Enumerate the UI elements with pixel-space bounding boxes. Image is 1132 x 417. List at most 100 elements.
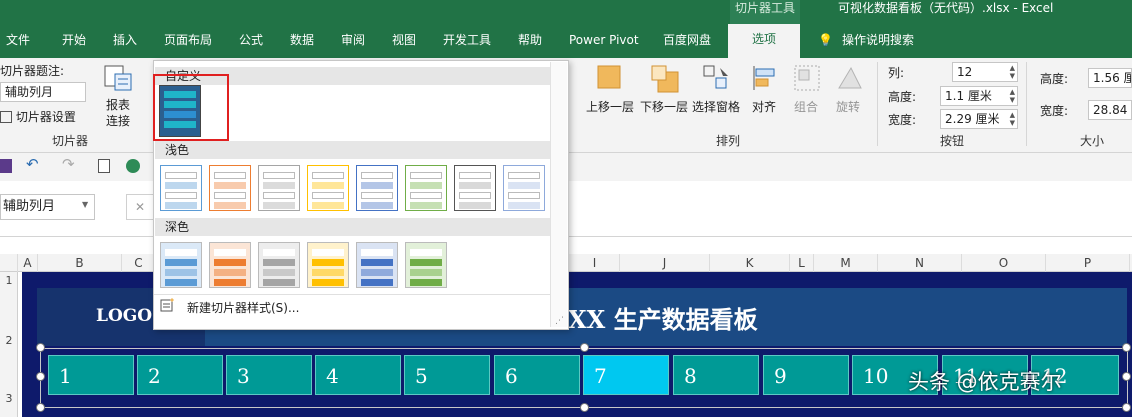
resize-handle[interactable] <box>1122 403 1131 412</box>
new-slicer-style-button[interactable]: 新建切片器样式(S)... <box>187 299 299 316</box>
tab-view[interactable]: 视图 <box>392 30 416 50</box>
save-icon[interactable] <box>0 159 12 173</box>
columns-input[interactable]: 12 ▲ ▼ <box>952 62 1018 82</box>
light-style-1[interactable] <box>160 165 202 211</box>
column-header[interactable]: N <box>878 254 962 272</box>
tab-baidu-netdisk[interactable]: 百度网盘 <box>663 30 711 50</box>
row-header[interactable]: 2 <box>0 334 18 347</box>
light-style-6[interactable] <box>405 165 447 211</box>
undo-icon[interactable]: ↶ <box>26 155 39 173</box>
row-header[interactable]: 1 <box>0 274 18 287</box>
slicer-item-5[interactable]: 5 <box>404 355 490 395</box>
light-style-4[interactable] <box>307 165 349 211</box>
dark-style-1[interactable] <box>160 242 202 288</box>
spin-down-icon[interactable]: ▼ <box>1010 96 1015 104</box>
resize-handle[interactable] <box>1122 343 1131 352</box>
light-style-2[interactable] <box>209 165 251 211</box>
group-button[interactable]: 组合 <box>790 62 826 122</box>
resize-handle[interactable] <box>36 372 45 381</box>
light-style-3[interactable] <box>258 165 300 211</box>
resize-handle[interactable] <box>36 403 45 412</box>
send-backward-button[interactable]: 下移一层 <box>640 62 692 122</box>
tell-me-search[interactable]: 操作说明搜索 <box>842 30 914 50</box>
slicer-item-2[interactable]: 2 <box>137 355 223 395</box>
tab-insert[interactable]: 插入 <box>113 30 137 50</box>
light-style-5[interactable] <box>356 165 398 211</box>
tab-developer[interactable]: 开发工具 <box>443 30 491 50</box>
rotate-label: 旋转 <box>836 100 861 114</box>
select-all-corner[interactable] <box>0 254 18 272</box>
group-icon <box>794 65 820 91</box>
size-height-input[interactable]: 1.56 厘 <box>1088 68 1132 88</box>
settings-icon <box>0 111 12 123</box>
tab-page-layout[interactable]: 页面布局 <box>164 30 212 50</box>
group-label: 组合 <box>794 100 819 114</box>
dark-style-3[interactable] <box>258 242 300 288</box>
row-header[interactable]: 3 <box>0 392 18 405</box>
name-box[interactable]: 辅助列月 <box>0 194 95 220</box>
tab-options[interactable]: 选项 <box>728 24 800 58</box>
resize-grip-icon[interactable]: ⋰ <box>555 316 564 326</box>
column-header[interactable]: M <box>814 254 878 272</box>
custom-qat-icon[interactable] <box>126 159 140 173</box>
caption-input[interactable]: 辅助列月 <box>0 82 86 102</box>
tab-formulas[interactable]: 公式 <box>239 30 263 50</box>
column-header[interactable]: A <box>18 254 38 272</box>
dark-style-4[interactable] <box>307 242 349 288</box>
report-connection-button[interactable]: 报表 连接 <box>100 62 136 128</box>
spin-up-icon[interactable]: ▲ <box>1010 111 1015 119</box>
column-header[interactable]: J <box>620 254 710 272</box>
button-width-value: 2.29 厘米 <box>945 112 1000 126</box>
bring-forward-button[interactable]: 上移一层 <box>586 62 638 122</box>
slicer-settings-button[interactable]: 切片器设置 <box>0 108 76 125</box>
light-style-7[interactable] <box>454 165 496 211</box>
button-width-input[interactable]: 2.29 厘米 ▲ ▼ <box>940 109 1018 129</box>
gallery-scrollbar[interactable] <box>550 62 567 327</box>
tab-file[interactable]: 文件 <box>6 30 30 50</box>
dark-style-6[interactable] <box>405 242 447 288</box>
column-header[interactable]: O <box>962 254 1046 272</box>
selection-pane-button[interactable]: 选择窗格 <box>692 62 744 122</box>
tab-review[interactable]: 审阅 <box>341 30 365 50</box>
slicer-item-8[interactable]: 8 <box>673 355 759 395</box>
window-title: 可视化数据看板（无代码）.xlsx - Excel <box>838 1 1054 15</box>
button-height-input[interactable]: 1.1 厘米 ▲ ▼ <box>940 86 1018 106</box>
column-header[interactable]: I <box>570 254 620 272</box>
print-preview-icon[interactable] <box>98 159 110 173</box>
resize-handle[interactable] <box>1122 372 1131 381</box>
dashboard-title: XX 生产数据看板 <box>568 305 758 334</box>
column-header[interactable]: L <box>790 254 814 272</box>
column-header[interactable]: K <box>710 254 790 272</box>
dark-style-2[interactable] <box>209 242 251 288</box>
resize-handle[interactable] <box>580 343 589 352</box>
spin-down-icon[interactable]: ▼ <box>1010 72 1015 80</box>
report-connection-icon <box>104 65 132 91</box>
resize-handle[interactable] <box>580 403 589 412</box>
spin-up-icon[interactable]: ▲ <box>1010 88 1015 96</box>
column-header[interactable]: P <box>1046 254 1130 272</box>
slicer-item-7[interactable]: 7 <box>583 355 669 395</box>
tab-power-pivot[interactable]: Power Pivot <box>569 30 639 50</box>
rotate-button[interactable]: 旋转 <box>832 62 868 122</box>
tab-help[interactable]: 帮助 <box>518 30 542 50</box>
redo-icon[interactable]: ↷ <box>62 155 75 173</box>
dark-style-5[interactable] <box>356 242 398 288</box>
tab-data[interactable]: 数据 <box>290 30 314 50</box>
name-box-dropdown-icon[interactable]: ▼ <box>82 200 88 209</box>
tab-home[interactable]: 开始 <box>62 30 86 50</box>
light-style-8[interactable] <box>503 165 545 211</box>
slicer-item-3[interactable]: 3 <box>226 355 312 395</box>
slicer-item-9[interactable]: 9 <box>763 355 849 395</box>
slicer-item-6[interactable]: 6 <box>494 355 580 395</box>
spin-up-icon[interactable]: ▲ <box>1010 64 1015 72</box>
spin-down-icon[interactable]: ▼ <box>1010 119 1015 127</box>
column-header[interactable]: B <box>38 254 122 272</box>
slicer-item-1[interactable]: 1 <box>48 355 134 395</box>
resize-handle[interactable] <box>36 343 45 352</box>
column-header[interactable]: C <box>122 254 156 272</box>
size-width-input[interactable]: 28.84 厘 <box>1088 100 1132 120</box>
cancel-icon[interactable]: ✕ <box>126 194 154 220</box>
watermark: 头条 @依克赛尔 <box>908 370 1062 394</box>
align-button[interactable]: 对齐 <box>748 62 784 122</box>
slicer-item-4[interactable]: 4 <box>315 355 401 395</box>
